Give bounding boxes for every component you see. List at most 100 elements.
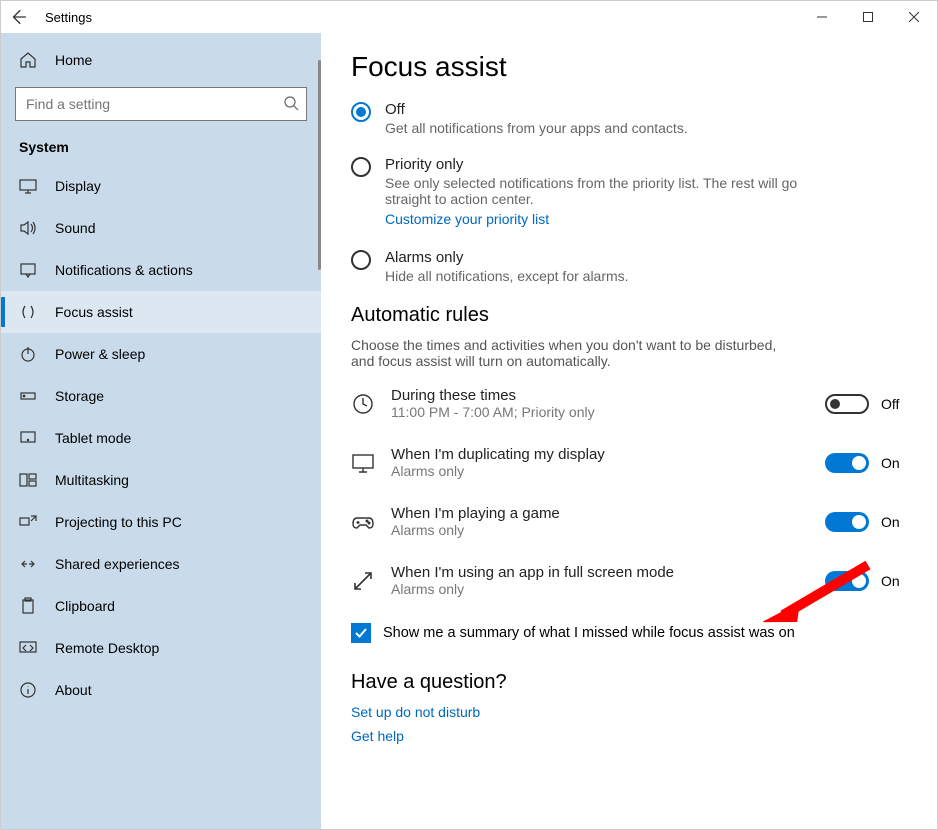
radio-off[interactable]: Off Get all notifications from your apps… [351, 101, 907, 136]
rule-title: When I'm playing a game [391, 505, 560, 522]
sidebar-item-projecting[interactable]: Projecting to this PC [1, 501, 321, 543]
tablet-icon [19, 429, 37, 447]
sidebar-item-multitasking[interactable]: Multitasking [1, 459, 321, 501]
sound-icon [19, 219, 37, 237]
checkbox-checked[interactable] [351, 623, 371, 643]
radio-button[interactable] [351, 102, 371, 122]
monitor-icon [351, 451, 375, 475]
gamepad-icon [351, 510, 375, 534]
sidebar-item-storage[interactable]: Storage [1, 375, 321, 417]
sidebar-label: Projecting to this PC [55, 514, 182, 530]
sidebar-item-about[interactable]: About [1, 669, 321, 711]
minimize-button[interactable] [799, 1, 845, 33]
page-title: Focus assist [351, 51, 907, 83]
maximize-button[interactable] [845, 1, 891, 33]
sidebar-item-focus[interactable]: Focus assist [1, 291, 321, 333]
remote-icon [19, 639, 37, 657]
rule-title: When I'm duplicating my display [391, 446, 605, 463]
back-icon[interactable] [9, 8, 27, 26]
sidebar-item-remote[interactable]: Remote Desktop [1, 627, 321, 669]
rule-fullscreen[interactable]: When I'm using an app in full screen mod… [351, 564, 907, 597]
sidebar-item-display[interactable]: Display [1, 165, 321, 207]
sidebar-label: Notifications & actions [55, 262, 193, 278]
summary-checkbox-row[interactable]: Show me a summary of what I missed while… [351, 623, 907, 643]
sidebar-item-notifications[interactable]: Notifications & actions [1, 249, 321, 291]
toggle-label: On [881, 455, 907, 471]
sidebar-label: Focus assist [55, 304, 133, 320]
radio-alarms[interactable]: Alarms only Hide all notifications, exce… [351, 249, 907, 284]
sidebar-label: Sound [55, 220, 95, 236]
rule-sub: Alarms only [391, 581, 674, 597]
sidebar-label: Clipboard [55, 598, 115, 614]
clipboard-icon [19, 597, 37, 615]
sidebar-heading: System [1, 135, 321, 165]
radio-desc: Get all notifications from your apps and… [385, 120, 688, 136]
toggle-label: On [881, 514, 907, 530]
radio-priority[interactable]: Priority only See only selected notifica… [351, 156, 907, 229]
radio-desc: See only selected notifications from the… [385, 175, 825, 207]
rule-title: When I'm using an app in full screen mod… [391, 564, 674, 581]
rule-playing-game[interactable]: When I'm playing a game Alarms only On [351, 505, 907, 538]
radio-label: Alarms only [385, 249, 629, 266]
notifications-icon [19, 261, 37, 279]
shared-icon [19, 555, 37, 573]
sidebar-label: Tablet mode [55, 430, 131, 446]
rule-duplicate-display[interactable]: When I'm duplicating my display Alarms o… [351, 446, 907, 479]
sidebar-item-shared[interactable]: Shared experiences [1, 543, 321, 585]
radio-button[interactable] [351, 157, 371, 177]
sidebar-label: Remote Desktop [55, 640, 159, 656]
power-icon [19, 345, 37, 363]
rules-heading: Automatic rules [351, 304, 907, 327]
question-heading: Have a question? [351, 671, 907, 694]
sidebar-label: About [55, 682, 92, 698]
fullscreen-icon [351, 569, 375, 593]
rule-times[interactable]: During these times 11:00 PM - 7:00 AM; P… [351, 387, 907, 420]
search-input[interactable] [15, 87, 307, 121]
multitasking-icon [19, 471, 37, 489]
display-icon [19, 177, 37, 195]
about-icon [19, 681, 37, 699]
toggle-label: Off [881, 396, 907, 412]
close-button[interactable] [891, 1, 937, 33]
content-pane: Focus assist Off Get all notifications f… [321, 33, 937, 829]
rule-sub: Alarms only [391, 463, 605, 479]
sidebar-label: Power & sleep [55, 346, 145, 362]
search-icon [283, 95, 299, 116]
sidebar-search[interactable] [15, 87, 307, 121]
toggle-label: On [881, 573, 907, 589]
customize-priority-link[interactable]: Customize your priority list [385, 211, 549, 227]
sidebar-home[interactable]: Home [1, 41, 321, 79]
rule-toggle[interactable] [825, 394, 869, 414]
sidebar-home-label: Home [55, 52, 92, 68]
projecting-icon [19, 513, 37, 531]
summary-checkbox-label: Show me a summary of what I missed while… [383, 625, 795, 641]
sidebar-label: Storage [55, 388, 104, 404]
titlebar: Settings [1, 1, 937, 33]
window-title: Settings [45, 10, 92, 25]
setup-dnd-link[interactable]: Set up do not disturb [351, 704, 907, 720]
settings-window: Settings Home System [0, 0, 938, 830]
radio-label: Priority only [385, 156, 825, 173]
rule-toggle[interactable] [825, 453, 869, 473]
clock-icon [351, 392, 375, 416]
rule-sub: 11:00 PM - 7:00 AM; Priority only [391, 404, 595, 420]
sidebar-item-clipboard[interactable]: Clipboard [1, 585, 321, 627]
rules-intro: Choose the times and activities when you… [351, 337, 791, 369]
home-icon [19, 51, 37, 69]
sidebar-label: Shared experiences [55, 556, 180, 572]
sidebar: Home System Display Sound Notifications … [1, 33, 321, 829]
rule-toggle[interactable] [825, 512, 869, 532]
storage-icon [19, 387, 37, 405]
sidebar-item-tablet[interactable]: Tablet mode [1, 417, 321, 459]
rule-title: During these times [391, 387, 595, 404]
sidebar-item-power[interactable]: Power & sleep [1, 333, 321, 375]
sidebar-label: Display [55, 178, 101, 194]
sidebar-label: Multitasking [55, 472, 129, 488]
radio-button[interactable] [351, 250, 371, 270]
get-help-link[interactable]: Get help [351, 728, 907, 744]
rule-sub: Alarms only [391, 522, 560, 538]
sidebar-item-sound[interactable]: Sound [1, 207, 321, 249]
rule-toggle[interactable] [825, 571, 869, 591]
radio-desc: Hide all notifications, except for alarm… [385, 268, 629, 284]
focus-icon [19, 303, 37, 321]
